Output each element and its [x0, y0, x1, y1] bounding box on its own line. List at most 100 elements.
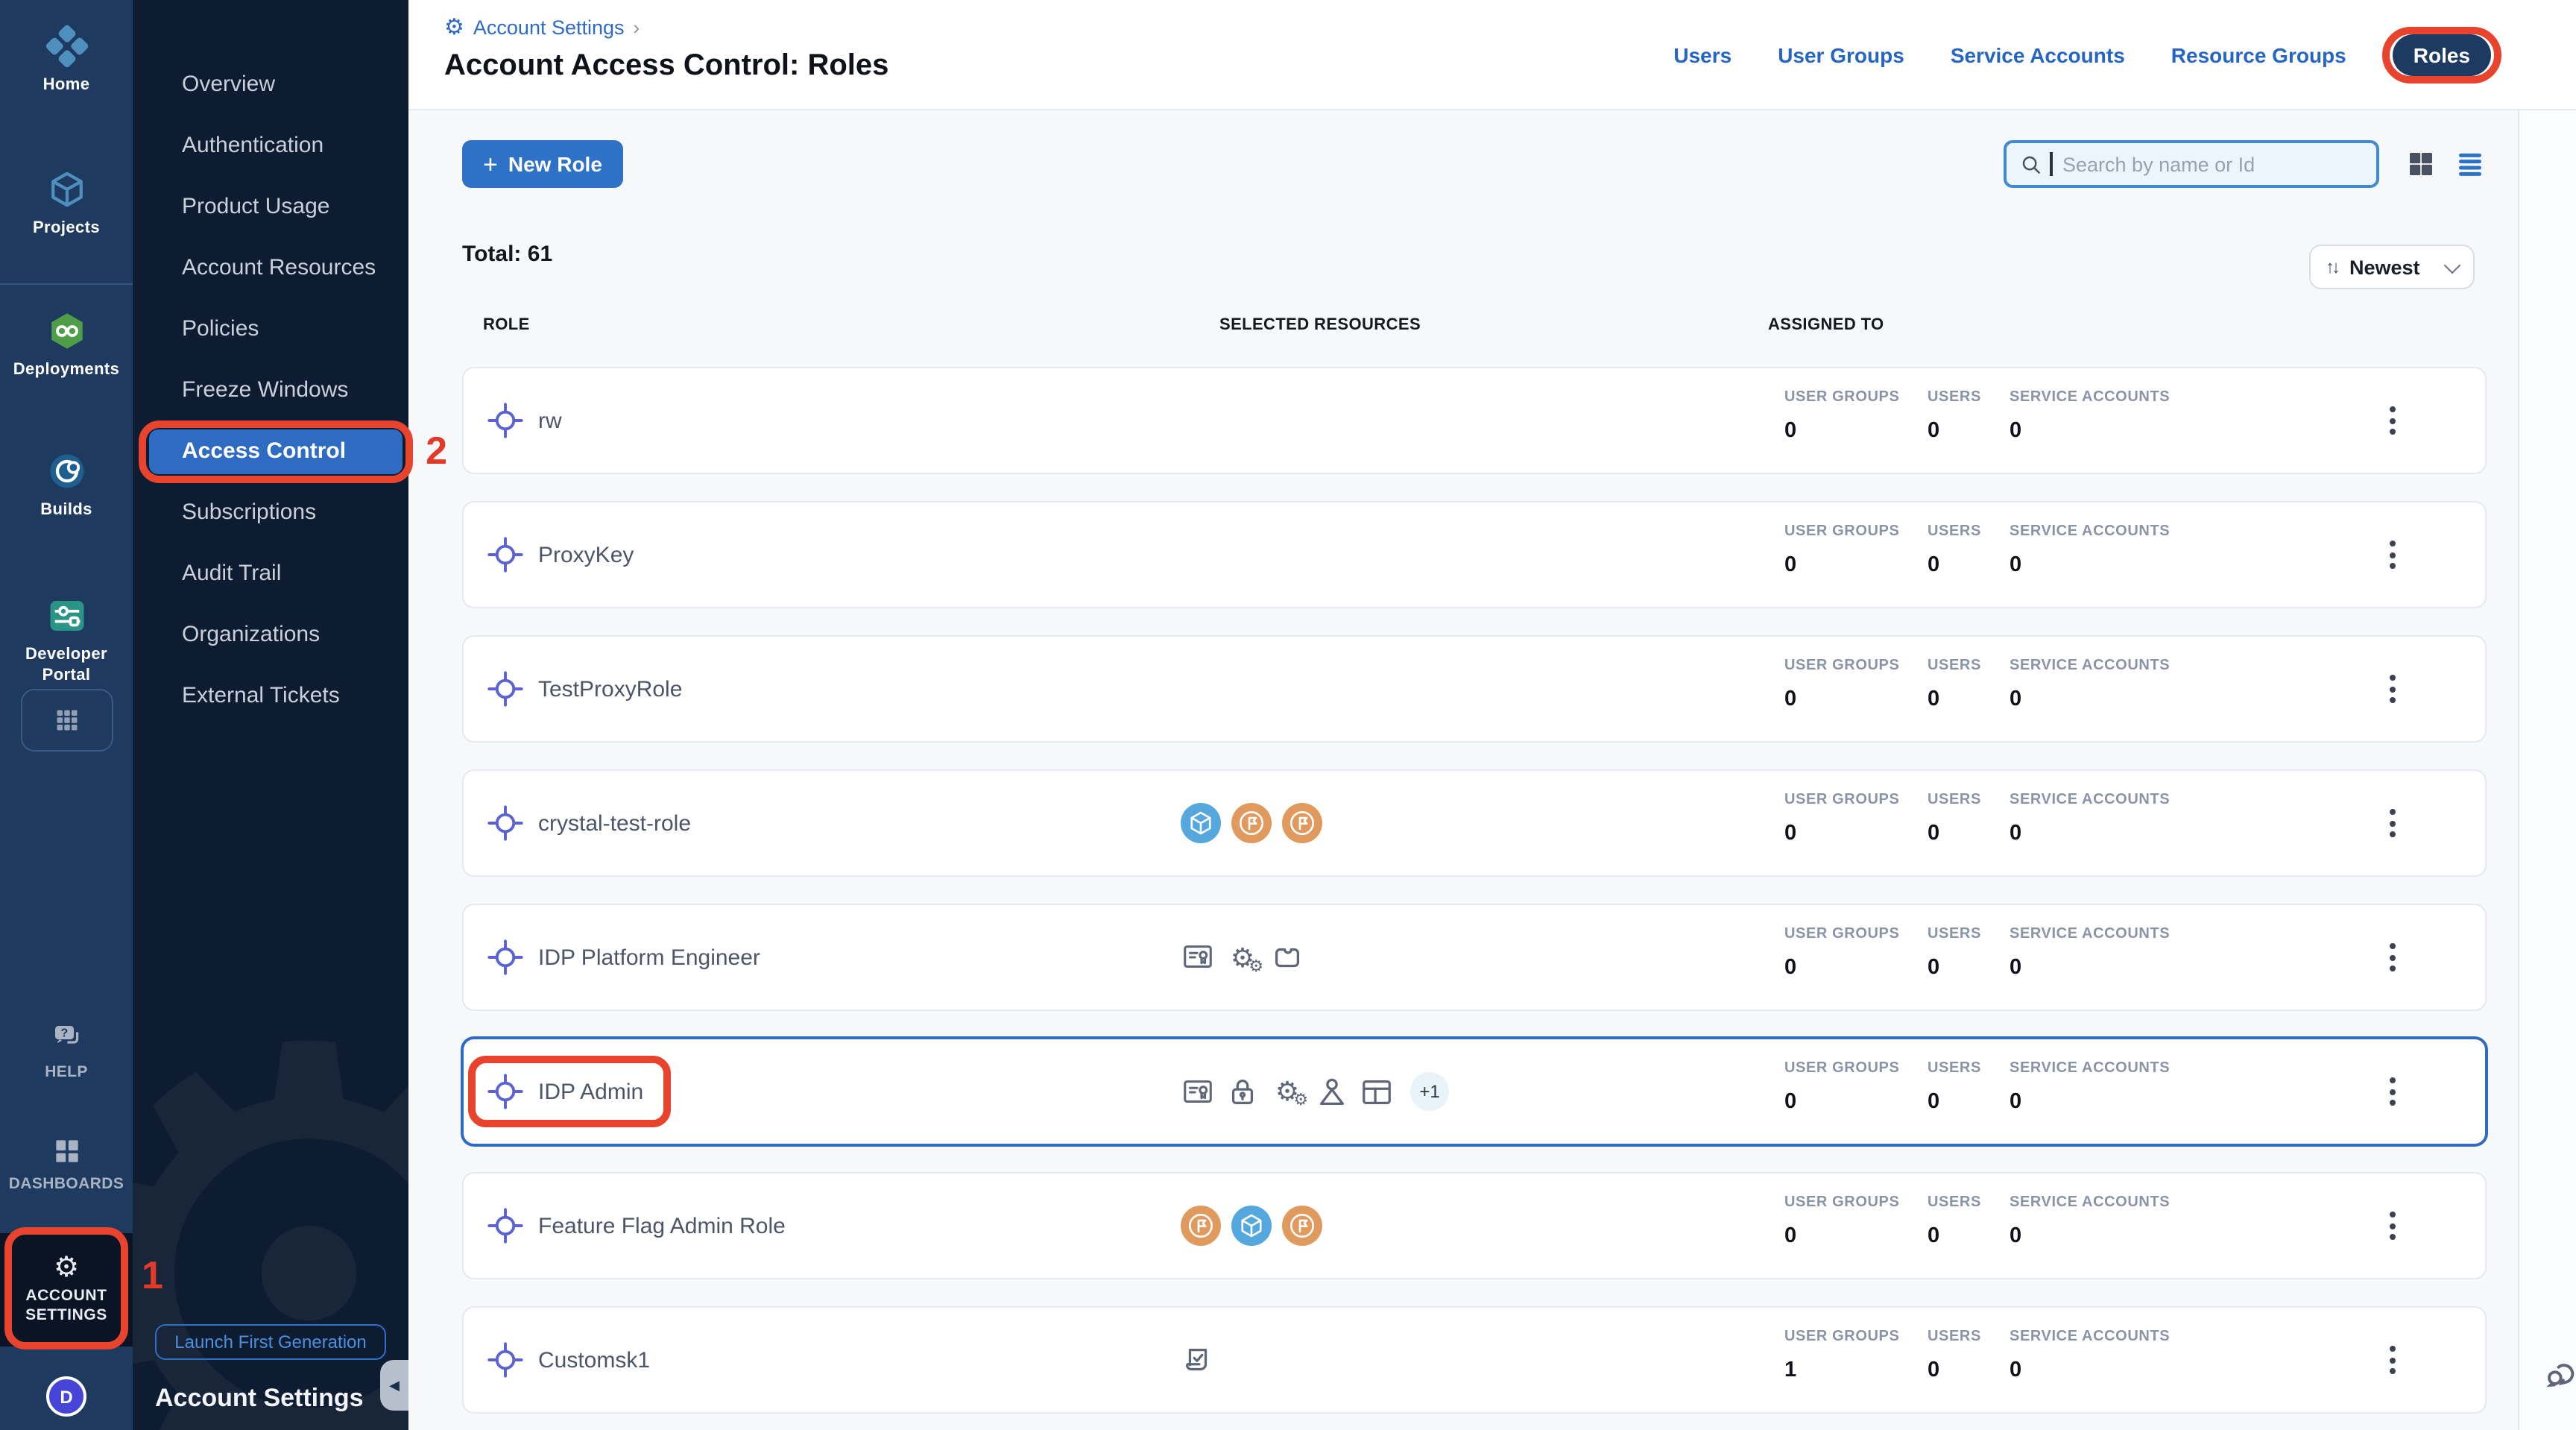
rail-item-builds[interactable]: Builds — [0, 449, 133, 522]
row-menu-button[interactable] — [2384, 1206, 2402, 1246]
developer-portal-icon — [44, 593, 89, 638]
sidebar-item-account-resources[interactable]: Account Resources — [133, 237, 408, 298]
tab-resource-groups[interactable]: Resource Groups — [2171, 42, 2346, 66]
assigned-user-groups: USER GROUPS0 — [1784, 658, 1899, 711]
breadcrumb-link[interactable]: Account Settings — [473, 16, 625, 39]
rail-item-account-settings[interactable]: ⚙ ACCOUNT SETTINGS — [0, 1233, 133, 1346]
main-content: + New Role Total: 61 ↑↓ Newest ROLESELEC… — [408, 109, 2576, 1430]
sidebar-item-freeze-windows[interactable]: Freeze Windows — [133, 359, 408, 421]
search-input[interactable] — [2059, 151, 2363, 177]
assigned-count: 0 — [2010, 1358, 2170, 1382]
assigned-count: 0 — [2010, 822, 2170, 845]
gear-watermark-icon: ⚙ — [133, 968, 408, 1430]
help-icon: ? — [48, 1020, 84, 1056]
role-row-idp-admin[interactable]: IDP Admin ⚙⚙+1 USER GROUPS0 USERS0 SERVI… — [462, 1038, 2487, 1145]
role-row-idp-platform-engineer[interactable]: IDP Platform Engineer ⚙⚙ USER GROUPS0 US… — [462, 904, 2487, 1011]
assigned-count: 0 — [1784, 822, 1899, 845]
role-name: Feature Flag Admin Role — [538, 1213, 786, 1238]
assigned-column-label: USER GROUPS — [1784, 792, 1899, 808]
sidebar-item-organizations[interactable]: Organizations — [133, 604, 408, 665]
role-name: ProxyKey — [538, 542, 634, 567]
role-cell: TestProxyRole — [486, 670, 682, 708]
sidebar-item-label: Authentication — [182, 133, 323, 158]
assigned-users: USERS0 — [1928, 792, 1981, 845]
sidebar-item-authentication[interactable]: Authentication — [133, 115, 408, 176]
sidebar-item-product-usage[interactable]: Product Usage — [133, 176, 408, 237]
apps-grid-button[interactable] — [21, 689, 113, 752]
assigned-count: 0 — [2010, 419, 2170, 443]
role-name: IDP Platform Engineer — [538, 945, 760, 970]
role-row-crystal-test-role[interactable]: crystal-test-role USER GROUPS0 USERS0 SE… — [462, 769, 2487, 877]
row-menu-button[interactable] — [2384, 803, 2402, 843]
rail-item-developer-portal[interactable]: Developer Portal — [0, 593, 133, 687]
sidebar-item-label: Freeze Windows — [182, 377, 348, 403]
search-box — [2004, 140, 2379, 188]
new-role-button[interactable]: + New Role — [462, 140, 623, 188]
sidebar-item-external-tickets[interactable]: External Tickets — [133, 665, 408, 726]
assigned-service-accounts: SERVICE ACCOUNTS0 — [2010, 523, 2170, 577]
rail-item-help[interactable]: ? HELP — [0, 1020, 133, 1083]
rail-item-projects[interactable]: Projects — [0, 167, 133, 240]
role-row-proxykey[interactable]: ProxyKey USER GROUPS0 USERS0 SERVICE ACC… — [462, 501, 2487, 608]
row-menu-button[interactable] — [2384, 535, 2402, 575]
grid-view-toggle[interactable] — [2406, 149, 2436, 179]
sidebar-item-overview[interactable]: Overview — [133, 54, 408, 115]
text-caret — [2050, 152, 2052, 176]
project-resource-icon — [1181, 803, 1221, 843]
page-header: ⚙ Account Settings › Account Access Cont… — [408, 0, 2576, 110]
assigned-count: 1 — [1784, 1358, 1899, 1382]
row-menu-button[interactable] — [2384, 1071, 2402, 1112]
rail-item-home[interactable]: Home — [0, 24, 133, 97]
selected-resources: ⚙⚙ — [1181, 940, 1304, 974]
assigned-service-accounts: SERVICE ACCOUNTS 0 — [2010, 389, 2170, 443]
sidebar-item-audit-trail[interactable]: Audit Trail — [133, 543, 408, 604]
row-menu-button[interactable] — [2384, 400, 2402, 441]
role-crosshair-icon — [486, 670, 525, 708]
sidebar-item-label: Access Control — [182, 438, 346, 464]
row-menu-button[interactable] — [2384, 1340, 2402, 1380]
row-menu-button[interactable] — [2384, 937, 2402, 977]
gears-resource-icon: ⚙⚙ — [1270, 1074, 1304, 1109]
assigned-column-label: SERVICE ACCOUNTS — [2010, 389, 2170, 406]
assigned-count: 0 — [1784, 1224, 1899, 1248]
list-view-toggle[interactable] — [2455, 149, 2485, 179]
page-title: Account Access Control: Roles — [444, 49, 888, 84]
assigned-column-label: SERVICE ACCOUNTS — [2010, 926, 2170, 942]
assigned-column-label: SERVICE ACCOUNTS — [2010, 658, 2170, 674]
sidebar-collapse-button[interactable]: ◀ — [380, 1360, 408, 1411]
role-row-feature-flag-admin-role[interactable]: Feature Flag Admin Role USER GROUPS0 USE… — [462, 1172, 2487, 1279]
sidebar-item-label: Account Resources — [182, 255, 376, 280]
sidebar-item-access-control[interactable]: Access Control2 — [149, 429, 402, 473]
tab-user-groups[interactable]: User Groups — [1778, 42, 1904, 66]
tab-roles[interactable]: Roles — [2393, 34, 2491, 75]
rail-item-dashboards[interactable]: DASHBOARDS — [0, 1135, 133, 1194]
search-icon — [2020, 153, 2042, 175]
rail-item-deployments[interactable]: Deployments — [0, 309, 133, 382]
sort-arrows-icon: ↑↓ — [2326, 256, 2337, 277]
assigned-count: 0 — [1928, 1358, 1981, 1382]
assigned-user-groups: USER GROUPS0 — [1784, 926, 1899, 980]
chat-support-icon[interactable] — [2543, 1354, 2576, 1393]
launch-first-generation-button[interactable]: Launch First Generation — [155, 1324, 386, 1360]
projects-icon — [44, 167, 89, 212]
header-tabs: Users User Groups Service Accounts Resource… — [1673, 0, 2491, 109]
sidebar-item-label: Product Usage — [182, 194, 329, 219]
role-cell: crystal-test-role — [486, 804, 691, 842]
role-crosshair-icon — [486, 804, 525, 842]
sidebar-item-policies[interactable]: Policies — [133, 298, 408, 359]
tab-service-accounts[interactable]: Service Accounts — [1951, 42, 2125, 66]
apps-grid-icon — [54, 707, 80, 734]
assigned-count: 0 — [1928, 822, 1981, 845]
flag-resource-icon — [1282, 1206, 1322, 1246]
tab-users[interactable]: Users — [1673, 42, 1731, 66]
column-header-role: ROLE — [483, 316, 530, 334]
row-menu-button[interactable] — [2384, 669, 2402, 709]
role-row-testproxyrole[interactable]: TestProxyRole USER GROUPS0 USERS0 SERVIC… — [462, 635, 2487, 743]
sort-dropdown[interactable]: ↑↓ Newest — [2309, 245, 2475, 289]
assigned-column-label: USER GROUPS — [1784, 523, 1899, 540]
sidebar-item-subscriptions[interactable]: Subscriptions — [133, 482, 408, 543]
user-avatar[interactable]: D — [46, 1376, 86, 1417]
role-row-rw[interactable]: rw USER GROUPS0 USERS0 SERVICE ACCOUNTS0 — [462, 367, 2487, 474]
assigned-column-label: SERVICE ACCOUNTS — [2010, 1194, 2170, 1211]
role-row-customsk1[interactable]: Customsk1 USER GROUPS1 USERS0 SERVICE AC… — [462, 1306, 2487, 1414]
